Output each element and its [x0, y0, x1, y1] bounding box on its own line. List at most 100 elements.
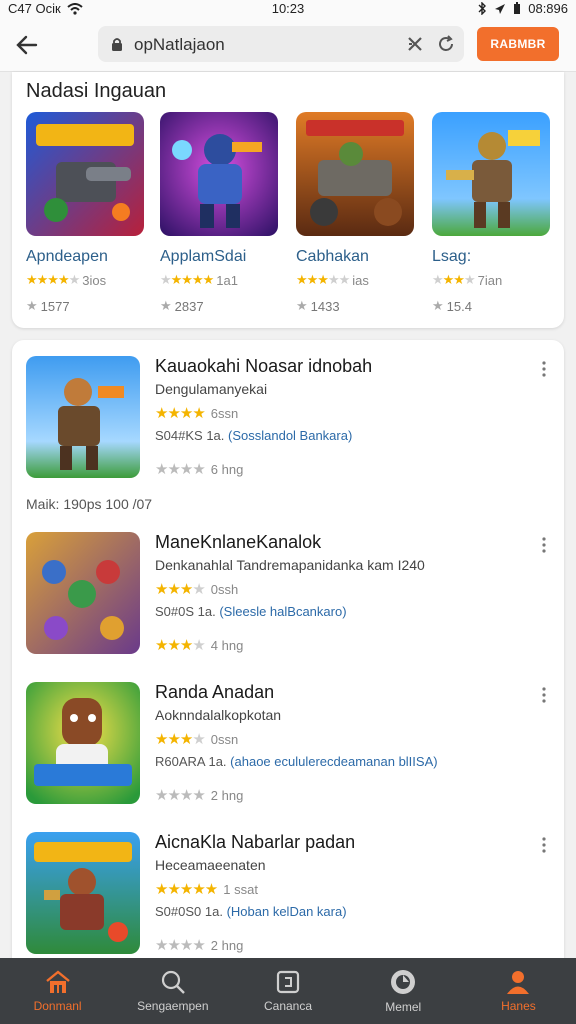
score-label: 2 hng	[210, 937, 244, 953]
star-rating: ★★★★★	[160, 272, 214, 287]
nav-label: Cananca	[263, 999, 313, 1013]
install-button[interactable]: RABMBR	[477, 27, 559, 61]
star-icon: ★	[26, 298, 38, 313]
more-options-icon[interactable]	[540, 536, 548, 554]
star-rating: ★★★★★	[155, 881, 218, 898]
clear-icon[interactable]	[406, 35, 424, 53]
app-thumbnail	[26, 112, 144, 236]
featured-app-card[interactable]: ApplamSdai ★★★★★ 1a1 ★ 2837	[160, 112, 278, 314]
app-downloads: ★ 15.4	[432, 298, 550, 314]
rating-label: ias	[352, 272, 369, 288]
app-title: AicnaKla Nabarlar padan	[155, 832, 356, 852]
score-label: 2 hng	[210, 787, 244, 803]
status-bar: C47 Ociк 10:23 08:896	[0, 0, 576, 18]
battery-icon	[514, 2, 521, 14]
app-rating: ★★★★★ ias	[296, 272, 414, 288]
price-link[interactable]: (Sleesle halBcankaro)	[219, 604, 346, 619]
featured-section: Nadasi Ingauan Apndeapen ★★★★★ 3ios ★ 15…	[12, 72, 564, 328]
app-score: ★★★★ 2 hng	[155, 936, 243, 954]
app-thumbnail	[26, 832, 140, 954]
rating-label: 3ios	[82, 272, 107, 288]
star-rating: ★★★★★	[296, 272, 350, 287]
app-name: ApplamSdai	[160, 248, 247, 265]
nav-label: Hanes	[501, 999, 536, 1013]
star-rating: ★★★★	[155, 787, 206, 804]
address-bar[interactable]: opNatlajaon	[98, 26, 464, 62]
app-downloads: ★ 1433	[296, 298, 414, 314]
reload-icon[interactable]	[436, 34, 456, 54]
bottom-navigation: Donmanl Sengaempen Cananca Memel Hanes	[0, 958, 576, 1024]
star-rating: ★★★★	[155, 731, 206, 748]
app-developer: Denkanahlal Tandremapanidanka kam I240	[155, 557, 425, 573]
downloads-count: 1433	[310, 298, 340, 314]
app-rating: ★★★★★ 1a1	[160, 272, 278, 288]
nav-label: Memel	[385, 1000, 422, 1014]
rating-label: 6ssn	[210, 405, 239, 421]
search-icon	[161, 970, 185, 994]
location-icon	[495, 3, 506, 14]
app-thumbnail	[160, 112, 278, 236]
downloads-count: 1577	[40, 298, 70, 314]
status-right-text: 08:896	[528, 1, 568, 16]
price-text: S0#0S0 1a.	[155, 904, 223, 919]
rating-label: 0ssh	[210, 581, 239, 597]
star-rating: ★★★★	[155, 937, 206, 954]
price-link[interactable]: (ahaoe ecululerecdeamanan blIISA)	[230, 754, 437, 769]
section-title: Nadasi Ingauan	[26, 80, 167, 102]
app-thumbnail	[432, 112, 550, 236]
featured-app-card[interactable]: Cabhakan ★★★★★ ias ★ 1433	[296, 112, 414, 314]
lock-icon	[112, 38, 122, 51]
star-rating: ★★★★	[432, 272, 476, 287]
price-text: R60ARA 1a.	[155, 754, 227, 769]
app-title: ManeKnlaneKanalok	[155, 532, 322, 552]
star-rating: ★★★★	[155, 637, 206, 654]
app-price: R60ARA 1a. (ahaoe ecululerecdeamanan blI…	[155, 754, 438, 769]
app-downloads: ★ 2837	[160, 298, 278, 314]
app-thumbnail	[26, 682, 140, 804]
app-price: S0#0S 1a. (Sleesle halBcankaro)	[155, 604, 347, 619]
rating-label: 7ian	[477, 272, 503, 288]
featured-app-card[interactable]: Lsag: ★★★★ 7ian ★ 15.4	[432, 112, 550, 314]
profile-icon	[507, 971, 530, 994]
app-rating: ★★★★ 7ian	[432, 272, 550, 288]
nav-label: Donmanl	[33, 999, 82, 1013]
app-list: Kauaokahi Noasar idnobah Dengulamanyekai…	[12, 340, 564, 960]
app-name: Lsag:	[432, 248, 472, 265]
price-link[interactable]: (Hoban kelDan kara)	[227, 904, 347, 919]
star-icon: ★	[432, 298, 444, 313]
nav-label: Sengaempen	[137, 999, 209, 1013]
app-downloads: ★ 1577	[26, 298, 144, 314]
back-button[interactable]	[12, 30, 44, 60]
arrow-left-icon	[16, 35, 38, 55]
nav-item-memel[interactable]: Memel	[346, 958, 461, 1024]
featured-app-card[interactable]: Apndeapen ★★★★★ 3ios ★ 1577	[26, 112, 144, 314]
app-title: Randa Anadan	[155, 682, 275, 702]
star-icon: ★	[296, 298, 308, 313]
bluetooth-icon	[478, 2, 487, 15]
price-link[interactable]: (Sosslandol Bankara)	[228, 428, 352, 443]
browser-toolbar: opNatlajaon RABMBR	[0, 18, 576, 72]
url-text: opNatlajaon	[134, 35, 225, 54]
nav-item-home[interactable]: Donmanl	[0, 958, 115, 1024]
games-icon	[276, 970, 300, 994]
rating-label: 1a1	[216, 272, 238, 288]
more-options-icon[interactable]	[540, 836, 548, 854]
globe-icon	[391, 970, 416, 994]
app-score: ★★★★ 4 hng	[155, 636, 243, 654]
more-options-icon[interactable]	[540, 360, 548, 378]
app-developer: Dengulamanyekai	[155, 381, 268, 397]
app-name: Cabhakan	[296, 248, 369, 265]
star-rating: ★★★★	[155, 405, 206, 422]
app-name: Apndeapen	[26, 248, 108, 265]
nav-item-search[interactable]: Sengaempen	[115, 958, 230, 1024]
rating-label: 1 ssat	[223, 881, 258, 897]
score-label: 6 hng	[210, 461, 244, 477]
more-options-icon[interactable]	[540, 686, 548, 704]
app-score: ★★★★ 2 hng	[155, 786, 243, 804]
app-thumbnail	[26, 532, 140, 654]
downloads-count: 2837	[174, 298, 204, 314]
app-developer: Heceamaeenaten	[155, 857, 266, 873]
nav-item-games[interactable]: Cananca	[230, 958, 345, 1024]
app-rating: ★★★★★ 3ios	[26, 272, 144, 288]
nav-item-profile[interactable]: Hanes	[461, 958, 576, 1024]
